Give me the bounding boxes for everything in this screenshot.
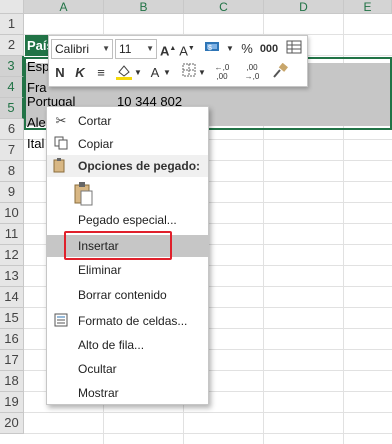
menu-item-mostrar[interactable]: Mostrar — [47, 382, 208, 404]
menu-item-label: Copiar — [78, 137, 114, 151]
bold-button[interactable]: N — [53, 63, 67, 83]
row-header-12[interactable]: 12 — [0, 245, 24, 266]
row-header-16[interactable]: 16 — [0, 329, 24, 350]
menu-item-label: Ocultar — [78, 362, 117, 376]
row-header-17[interactable]: 17 — [0, 350, 24, 371]
column-header-a[interactable]: A — [24, 0, 104, 14]
menu-item-ocultar[interactable]: Ocultar — [47, 358, 208, 380]
row-header-20[interactable]: 20 — [0, 413, 24, 434]
menu-item-label: Alto de fila... — [78, 338, 145, 352]
cell-a1[interactable]: País — [25, 35, 49, 56]
paste-options-icon — [53, 158, 67, 181]
format-table-icon[interactable] — [284, 39, 304, 59]
scissors-icon: ✂ — [55, 113, 67, 128]
italic-button[interactable]: K — [73, 63, 87, 83]
menu-item-alto-de-fila[interactable]: Alto de fila... — [47, 334, 208, 356]
menu-item-eliminar[interactable]: Eliminar — [47, 259, 208, 281]
font-size-dropdown[interactable]: 11 ▼ — [115, 39, 157, 59]
menu-item-copiar[interactable]: Copiar — [47, 133, 208, 155]
row-header-18[interactable]: 18 — [0, 371, 24, 392]
cell-a5[interactable]: Ale — [27, 112, 47, 133]
fill-color-icon[interactable] — [115, 63, 133, 83]
cell-a2[interactable]: Esp — [27, 56, 49, 77]
menu-item-formato-de-celdas[interactable]: Formato de celdas... — [47, 310, 208, 332]
row-header-4[interactable]: 4 — [0, 77, 24, 98]
row-header-8[interactable]: 8 — [0, 161, 24, 182]
align-center-icon[interactable]: ≡ — [93, 63, 109, 83]
row-header-5[interactable]: 5 — [0, 98, 24, 119]
increase-decimals-button[interactable]: ←,0 ,00 — [209, 63, 235, 83]
paste-options-label: Opciones de pegado: — [78, 159, 201, 173]
row-header-13[interactable]: 13 — [0, 266, 24, 287]
row-header-7[interactable]: 7 — [0, 140, 24, 161]
decrease-decimals-button[interactable]: ,00 →,0 — [239, 63, 265, 83]
column-header-b[interactable]: B — [104, 0, 184, 14]
row-header-2[interactable]: 2 — [0, 35, 24, 56]
font-size-value: 11 — [119, 42, 132, 56]
paste-clipboard-icon[interactable] — [73, 181, 97, 207]
font-name-dropdown[interactable]: Calibri ▼ — [51, 39, 113, 59]
chevron-down-icon[interactable]: ▼ — [163, 63, 171, 83]
column-header-e[interactable]: E — [344, 0, 392, 14]
font-color-icon[interactable]: A — [148, 63, 162, 83]
menu-item-label: Formato de celdas... — [78, 314, 188, 328]
chevron-down-icon[interactable]: ▼ — [134, 63, 142, 83]
mini-toolbar: Calibri ▼ 11 ▼ A▲ A▼ $ ▼ % 000 N K ≡ ▼ A… — [48, 35, 308, 87]
decrease-font-icon[interactable]: A▼ — [179, 39, 195, 59]
copy-icon — [53, 136, 69, 152]
menu-item-label: Cortar — [78, 114, 112, 128]
column-header-d[interactable]: D — [264, 0, 344, 14]
menu-item-pegado-especial[interactable]: Pegado especial... — [47, 209, 208, 231]
menu-item-label: Eliminar — [78, 263, 122, 277]
chevron-down-icon: ▼ — [146, 44, 154, 53]
increase-font-icon[interactable]: A▲ — [160, 39, 176, 59]
menu-item-label: Borrar contenido — [78, 288, 167, 302]
format-cells-icon — [53, 313, 69, 329]
select-all-corner[interactable] — [0, 0, 24, 14]
font-name-value: Calibri — [55, 42, 90, 56]
highlight-box — [64, 231, 172, 260]
row-header-15[interactable]: 15 — [0, 308, 24, 329]
row-header-19[interactable]: 19 — [0, 392, 24, 413]
svg-text:$: $ — [208, 45, 212, 52]
menu-item-label: Mostrar — [78, 386, 119, 400]
row-header-14[interactable]: 14 — [0, 287, 24, 308]
format-painter-icon[interactable] — [271, 62, 289, 83]
accounting-format-icon[interactable]: $ — [203, 39, 225, 59]
row-header-10[interactable]: 10 — [0, 203, 24, 224]
chevron-down-icon: ▼ — [102, 44, 110, 53]
menu-item-cortar[interactable]: ✂ Cortar — [47, 110, 208, 132]
row-header-3[interactable]: 3 — [0, 56, 24, 77]
row-header-9[interactable]: 9 — [0, 182, 24, 203]
paste-options-header: Opciones de pegado: — [47, 155, 208, 177]
row-header-1[interactable]: 1 — [0, 14, 24, 35]
menu-item-borrar-contenido[interactable]: Borrar contenido — [47, 284, 208, 306]
row-header-6[interactable]: 6 — [0, 119, 24, 140]
chevron-down-icon[interactable]: ▼ — [198, 63, 206, 83]
percent-button[interactable]: % — [238, 39, 256, 59]
thousands-separator-button[interactable]: 000 — [257, 39, 281, 59]
row-header-11[interactable]: 11 — [0, 224, 24, 245]
chevron-down-icon[interactable]: ▼ — [226, 39, 234, 59]
cell-a6[interactable]: Ital — [27, 133, 47, 154]
column-header-c[interactable]: C — [184, 0, 264, 14]
menu-item-label: Pegado especial... — [78, 213, 177, 227]
borders-icon[interactable] — [181, 63, 197, 83]
